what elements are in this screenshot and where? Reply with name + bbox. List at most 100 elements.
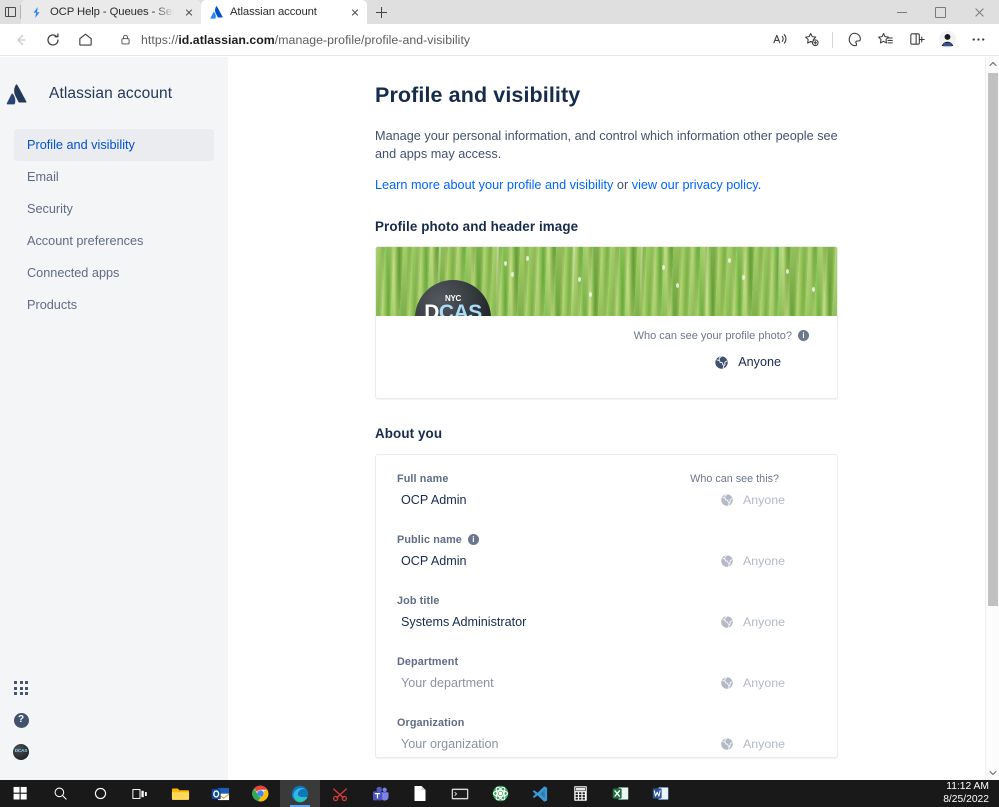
scrollbar-thumb[interactable] [988,73,998,606]
field-value[interactable]: Your department [397,676,494,690]
photo-section-heading: Profile photo and header image [375,218,579,234]
file-explorer-button[interactable] [160,780,200,807]
sidebar-item-account-preferences[interactable]: Account preferences [14,225,214,257]
toolbar-actions [765,26,993,54]
teams-button[interactable] [360,780,400,807]
minimize-button[interactable] [882,0,921,24]
outlook-button[interactable] [200,780,240,807]
privacy-policy-link[interactable]: view our privacy policy [632,178,758,192]
add-favorite-button[interactable] [796,26,826,54]
new-tab-button[interactable] [367,0,395,24]
cortana-button[interactable] [80,780,120,807]
avatar-dcas-text: DCAS [424,300,482,316]
excel-button[interactable] [600,780,640,807]
field-value[interactable]: Systems Administrator [397,615,526,629]
plus-icon [375,6,387,18]
field-visibility-selector[interactable]: Anyone [720,676,813,690]
atom-button[interactable] [480,780,520,807]
chrome-button[interactable] [240,780,280,807]
ellipsis-icon [972,38,984,41]
field-spacer [376,690,837,717]
learn-more-link[interactable]: Learn more about your profile and visibi… [375,178,613,192]
field-visibility-selector[interactable]: Anyone [720,737,813,751]
edge-button[interactable] [280,780,320,807]
sidebar-brand-title: Atlassian account [49,85,173,102]
field-label-text: Organization [397,716,465,729]
field-visibility-selector[interactable]: Anyone [720,615,813,629]
collections-button[interactable] [870,26,900,54]
taskbar-search-button[interactable] [40,780,80,807]
profile-button[interactable] [932,26,962,54]
file-explorer-icon [171,787,189,800]
info-icon[interactable]: i [798,330,809,342]
scroll-up-button[interactable] [986,57,999,71]
calculator-button[interactable] [560,780,600,807]
vscode-button[interactable] [520,780,560,807]
field-label: Full name [397,473,448,485]
tab-search-button[interactable] [0,0,20,24]
field-public-name: Public name i OCP Admin Anyone [376,534,837,568]
settings-and-more-button[interactable] [963,26,993,54]
close-icon[interactable] [347,5,362,20]
dcas-logo-avatar: NYC DCAS Citywide Administrative Service… [415,279,491,316]
close-window-button[interactable] [960,0,999,24]
taskbar-clock[interactable]: 11:12 AM 8/25/2022 [943,781,999,807]
tab-atlassian-account[interactable]: Atlassian account [201,0,367,24]
field-spacer [376,507,837,534]
scrollbar-track[interactable] [986,71,999,766]
home-icon [78,33,92,46]
notepad-button[interactable] [400,780,440,807]
globe-icon [715,355,728,369]
sidebar-brand: Atlassian account [0,77,228,111]
read-aloud-button[interactable] [765,26,795,54]
sidebar-item-security[interactable]: Security [14,193,214,225]
sidebar-item-products[interactable]: Products [14,289,214,321]
help-icon: ? [13,712,29,728]
field-visibility-selector[interactable]: Anyone [720,554,813,568]
snip-sketch-button[interactable] [320,780,360,807]
app-switcher-icon [14,681,28,695]
lock-icon [121,34,130,45]
sidebar-item-email[interactable]: Email [14,161,214,193]
app-switcher-button[interactable] [4,672,38,704]
start-icon [13,786,27,800]
cortana-icon [94,787,106,800]
about-section-heading: About you [375,425,443,441]
home-button[interactable] [70,26,100,54]
field-value[interactable]: Your organization [397,737,499,751]
refresh-button[interactable] [38,26,68,54]
start-button[interactable] [0,780,40,807]
edge-icon [291,785,309,802]
header-image[interactable]: NYC DCAS Citywide Administrative Service… [376,246,837,316]
address-bar[interactable]: https://id.atlassian.com/manage-profile/… [107,26,759,53]
close-icon[interactable] [181,5,196,20]
field-label: Department [397,656,458,668]
help-button[interactable]: ? [4,704,38,736]
sidebar-item-label: Profile and visibility [27,138,135,152]
refresh-icon [47,32,59,46]
field-value[interactable]: OCP Admin [397,493,467,507]
photo-visibility-area: Who can see your profile photo? i Anyone [376,316,837,398]
globe-icon [721,737,733,750]
field-visibility-value: Anyone [742,553,785,568]
terminal-button[interactable] [440,780,480,807]
browser-essentials-button[interactable] [839,26,869,54]
profile-photo[interactable]: NYC DCAS Citywide Administrative Service… [415,279,491,316]
word-button[interactable] [640,780,680,807]
back-icon [17,34,26,45]
split-screen-button[interactable] [901,26,931,54]
tab-ocp-help[interactable]: OCP Help - Queues - Service pro [21,0,201,24]
scroll-down-button[interactable] [986,766,999,780]
user-avatar-button[interactable] [4,736,38,768]
field-visibility-selector[interactable]: Anyone [720,493,813,507]
page-scrollbar[interactable] [985,57,999,780]
task-view-button[interactable] [120,780,160,807]
sidebar-item-profile-and-visibility[interactable]: Profile and visibility [14,129,214,161]
maximize-button[interactable] [921,0,960,24]
page-description: Manage your personal information, and co… [375,129,838,162]
back-button[interactable] [6,26,36,54]
info-icon[interactable]: i [467,534,479,546]
field-value[interactable]: OCP Admin [397,554,467,568]
sidebar-item-connected-apps[interactable]: Connected apps [14,257,214,289]
photo-visibility-selector[interactable]: Anyone [714,355,809,370]
